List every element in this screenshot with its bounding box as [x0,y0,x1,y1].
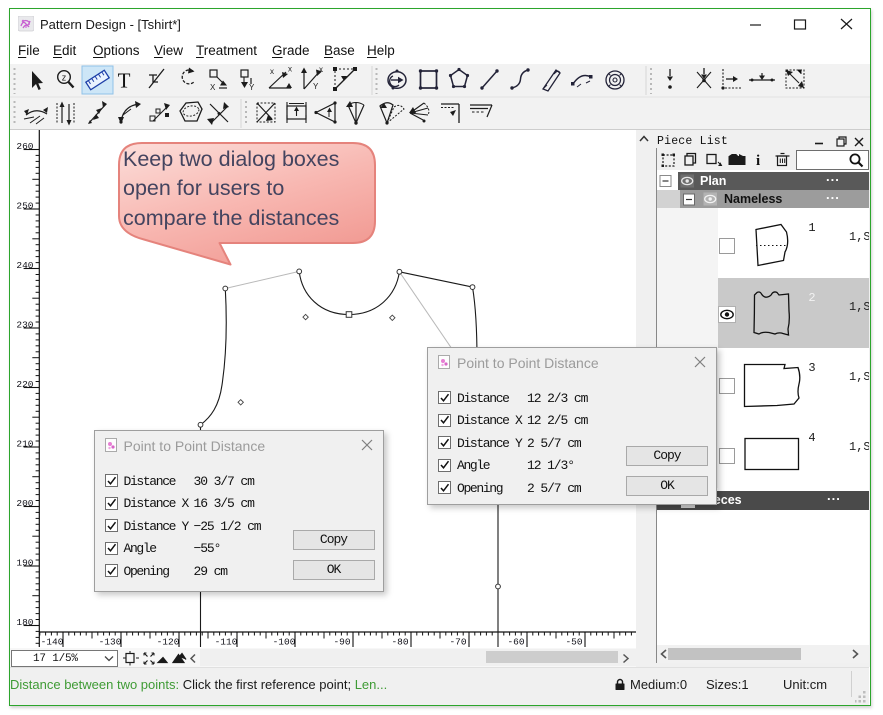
svg-text:x: x [270,67,274,76]
svg-text:-50: -50 [565,637,582,648]
svg-text:-60: -60 [507,637,524,648]
svg-text:T: T [118,69,131,93]
svg-text:X: X [210,83,216,92]
svg-text:-110: -110 [215,637,238,648]
svg-text:-140: -140 [41,637,64,648]
svg-text:Y: Y [313,82,319,91]
svg-text:x: x [288,65,292,74]
svg-text:190: 190 [16,558,33,569]
svg-text:-70: -70 [449,637,466,648]
svg-text:260: 260 [16,141,33,152]
svg-text:i: i [756,153,760,169]
svg-text:220: 220 [16,379,33,390]
svg-text:230: 230 [16,320,33,331]
svg-text:200: 200 [16,498,33,509]
svg-text:250: 250 [16,201,33,212]
svg-text:-80: -80 [391,637,408,648]
svg-text:210: 210 [16,439,33,450]
svg-text:-90: -90 [333,637,350,648]
svg-text:z: z [62,73,67,83]
svg-text:-100: -100 [273,637,296,648]
svg-text:-130: -130 [99,637,122,648]
svg-text:x: x [319,65,323,74]
svg-text:Y: Y [249,83,255,92]
svg-text:240: 240 [16,260,33,271]
svg-text:-120: -120 [157,637,180,648]
svg-text:180: 180 [16,617,33,628]
